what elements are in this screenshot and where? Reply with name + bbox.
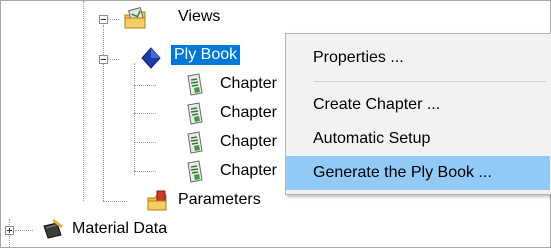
tree-connector <box>134 142 156 143</box>
tree-connector <box>15 230 33 231</box>
material-data-expand-toggle[interactable] <box>5 226 14 235</box>
tree-node-chapter[interactable]: Chapter <box>220 132 277 152</box>
chapter-icon <box>184 160 206 189</box>
chapter-icon <box>184 102 206 131</box>
views-folder-icon <box>123 7 149 36</box>
chapter-icon <box>184 73 206 102</box>
tree-connector <box>134 171 156 172</box>
tree-node-material-data[interactable]: Material Data <box>72 219 167 239</box>
parameters-folder-icon <box>146 189 170 218</box>
tree-node-chapter[interactable]: Chapter <box>220 161 277 181</box>
context-menu: Properties ... Create Chapter ... Automa… <box>285 33 551 195</box>
tree-connector <box>103 201 127 202</box>
tree-connector <box>103 25 104 201</box>
chapter-icon <box>184 131 206 160</box>
tree-node-ply-book[interactable]: Ply Book <box>171 45 241 65</box>
tree-connector <box>107 59 119 60</box>
ply-book-collapse-toggle[interactable] <box>99 55 108 64</box>
tree-node-views[interactable]: Views <box>178 7 220 27</box>
views-collapse-toggle[interactable] <box>99 15 108 24</box>
tree-connector <box>134 63 135 175</box>
tree-connector <box>134 113 156 114</box>
tree-node-chapter[interactable]: Chapter <box>220 74 277 94</box>
tree-node-chapter[interactable]: Chapter <box>220 103 277 123</box>
tree-connector <box>107 19 119 20</box>
menu-item-properties[interactable]: Properties ... <box>286 41 550 75</box>
menu-item-automatic-setup[interactable]: Automatic Setup <box>286 122 550 156</box>
menu-item-create-chapter[interactable]: Create Chapter ... <box>286 88 550 122</box>
material-data-icon <box>41 217 65 246</box>
tree-node-parameters[interactable]: Parameters <box>178 190 261 210</box>
ply-book-diamond-icon <box>140 46 162 75</box>
menu-separator <box>314 81 546 82</box>
tree-connector <box>83 1 84 201</box>
menu-item-generate-ply-book[interactable]: Generate the Ply Book ... <box>286 156 550 190</box>
tree-connector <box>134 85 156 86</box>
